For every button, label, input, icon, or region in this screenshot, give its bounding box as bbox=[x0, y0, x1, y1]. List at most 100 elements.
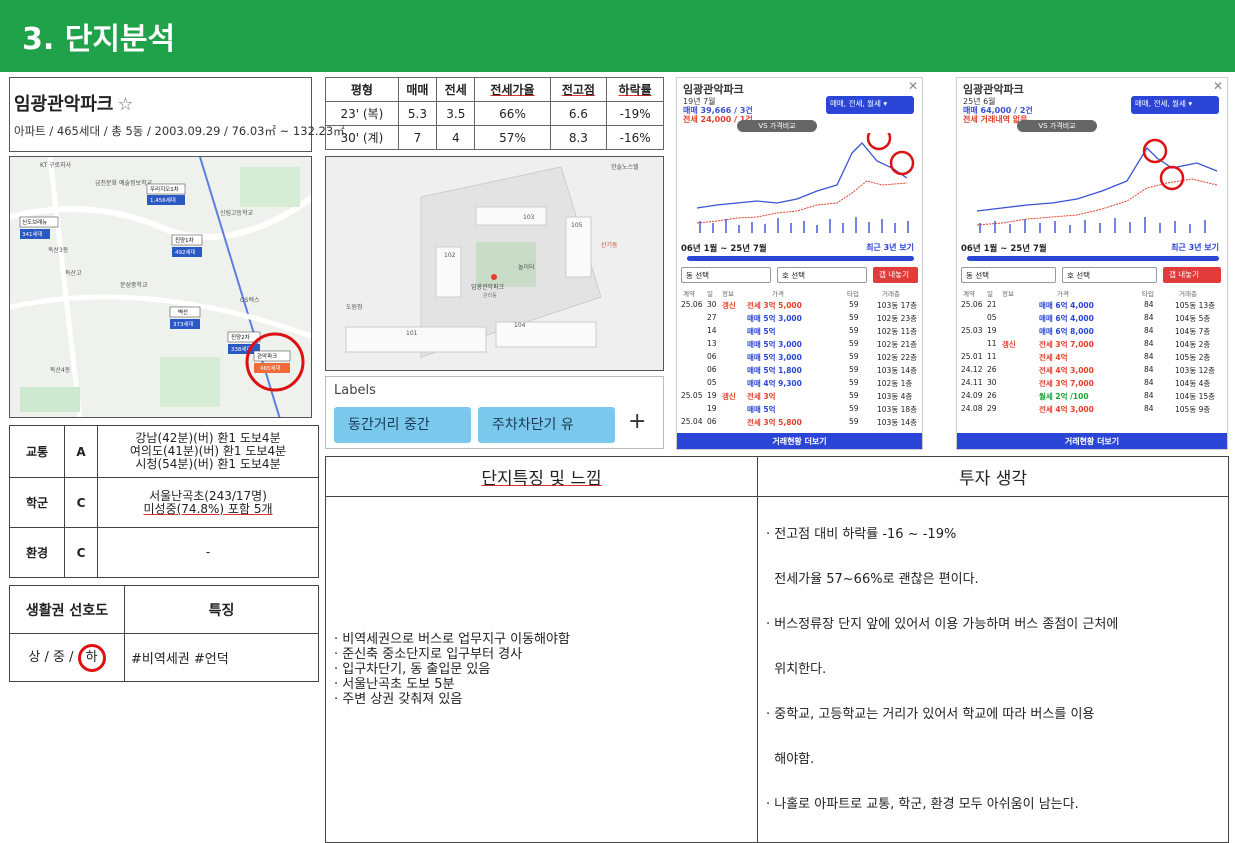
row-day: 27 bbox=[707, 313, 717, 322]
row-floor: 102동 22층 bbox=[877, 353, 918, 362]
ho-dropdown[interactable]: 호 선택 bbox=[777, 267, 867, 283]
col-header: 타입 bbox=[847, 290, 859, 298]
period-slider[interactable] bbox=[687, 256, 914, 261]
row-price: 매매 5억 3,000 bbox=[747, 353, 802, 362]
transaction-row[interactable]: 06 매매 5억 3,000 59 102동 22층 bbox=[677, 352, 922, 364]
gap-button[interactable]: 갭 내놓기 bbox=[873, 267, 918, 283]
transaction-row[interactable]: 11 갱신 전세 3억 7,000 84 104동 2층 bbox=[957, 339, 1227, 351]
close-icon[interactable]: ✕ bbox=[908, 79, 918, 93]
list-item: · 나홀로 아파트로 교통, 학군, 환경 모두 아쉬움이 남는다. bbox=[766, 797, 1079, 812]
row-day: 21 bbox=[987, 300, 997, 309]
transaction-row[interactable]: 14 매매 5억 59 102동 11층 bbox=[677, 326, 922, 338]
transaction-row[interactable]: 06 매매 5억 1,800 59 103동 14층 bbox=[677, 365, 922, 377]
period-slider[interactable] bbox=[967, 256, 1219, 261]
recent-3yr-link[interactable]: 최근 3년 보기 bbox=[1171, 242, 1219, 253]
col-header: 전고점 bbox=[549, 77, 608, 102]
row-floor: 103동 4층 bbox=[877, 392, 913, 401]
grade-label: 교통 bbox=[9, 425, 65, 478]
dong-dropdown[interactable]: 동 선택 bbox=[961, 267, 1056, 283]
transaction-row[interactable]: 25.04 06 전세 3억 5,800 59 103동 14층 bbox=[677, 417, 922, 429]
row-floor: 103동 14층 bbox=[877, 418, 918, 427]
more-transactions-button[interactable]: 거래현황 더보기 bbox=[677, 433, 922, 449]
list-item: · 전고점 대비 하락률 -16 ~ -19% bbox=[766, 527, 957, 542]
row-info: 갱신 bbox=[722, 392, 736, 401]
row-floor: 104동 4층 bbox=[1175, 379, 1211, 388]
row-size: 84 bbox=[1144, 313, 1154, 322]
site-plan-map[interactable]: 103 102 101 104 105 놀이터 도원정 한솔노스텔 산기둥 임광… bbox=[325, 156, 664, 371]
building-label: 놀이터 bbox=[518, 263, 535, 271]
table-cell: 23' (복) bbox=[325, 101, 399, 126]
row-price: 매매 5억 bbox=[747, 405, 776, 414]
more-transactions-button[interactable]: 거래현황 더보기 bbox=[957, 433, 1227, 449]
row-price: 매매 6억 4,000 bbox=[1039, 314, 1094, 323]
list-item: · 버스정류장 단지 앞에 있어서 이용 가능하며 버스 종점이 근처에 bbox=[766, 617, 1119, 632]
transaction-row[interactable]: 05 매매 6억 4,000 84 104동 5층 bbox=[957, 313, 1227, 325]
header-bar: 3. 단지분석 bbox=[0, 0, 1235, 72]
col-header: 타입 bbox=[1142, 290, 1154, 298]
period-range: 06년 1월 ~ 25년 7월 bbox=[961, 244, 1047, 254]
map-label: 벽산 bbox=[178, 308, 188, 316]
row-day: 11 bbox=[987, 339, 997, 348]
panel-title: 임광관악파크 bbox=[963, 83, 1024, 96]
transaction-row[interactable]: 24.09 26 월세 2억 /100 84 104동 15층 bbox=[957, 391, 1227, 403]
transaction-row[interactable]: 05 매매 4억 9,300 59 102동 1층 bbox=[677, 378, 922, 390]
grade-value: C bbox=[64, 527, 98, 578]
grade-value: A bbox=[64, 425, 98, 478]
area-map[interactable]: KT 구로지사 금천문화 예술정보학교 독산3동 독산고 독산4동 신림고등학교… bbox=[9, 156, 312, 418]
row-floor: 102동 21층 bbox=[877, 340, 918, 349]
row-size: 84 bbox=[1144, 326, 1154, 335]
label-chip[interactable]: 동간거리 중간 bbox=[334, 407, 471, 443]
row-day: 13 bbox=[707, 339, 717, 348]
row-price: 전세 3억 bbox=[747, 392, 776, 401]
desc-line: 미성중(74.8%) 포함 5개 bbox=[143, 501, 273, 516]
table-header: 계약 일 정보 가격 타입 거래층 bbox=[957, 288, 1227, 298]
transaction-row[interactable]: 25.05 19 갱신 전세 3억 59 103동 4층 bbox=[677, 391, 922, 403]
map-label: 독산4동 bbox=[50, 366, 71, 374]
map-label: 금천문화 예술정보학교 bbox=[95, 179, 153, 187]
transaction-row[interactable]: 27 매매 5억 3,000 59 102동 23층 bbox=[677, 313, 922, 325]
grade-label: 환경 bbox=[9, 527, 65, 578]
page-title: 3. 단지분석 bbox=[22, 22, 176, 57]
building-label: 105 bbox=[571, 222, 583, 229]
transaction-row[interactable]: 19 매매 5억 59 103동 18층 bbox=[677, 404, 922, 416]
map-label: 492세대 bbox=[175, 248, 196, 256]
close-icon[interactable]: ✕ bbox=[1213, 79, 1223, 93]
row-month: 24.12 bbox=[961, 365, 983, 374]
row-size: 84 bbox=[1144, 365, 1154, 374]
transaction-row[interactable]: 24.12 26 전세 4억 3,000 84 103동 12층 bbox=[957, 365, 1227, 377]
transaction-row[interactable]: 25.06 30 갱신 전세 3억 5,000 59 103동 17층 bbox=[677, 300, 922, 312]
compare-button[interactable]: VS 가격비교 bbox=[1017, 120, 1097, 132]
compare-button[interactable]: VS 가격비교 bbox=[737, 120, 817, 132]
row-size: 59 bbox=[849, 391, 859, 400]
gap-button[interactable]: 갭 내놓기 bbox=[1163, 267, 1221, 283]
add-label-button[interactable]: + bbox=[628, 409, 646, 434]
map-label: 373세대 bbox=[173, 320, 194, 328]
recent-3yr-link[interactable]: 최근 3년 보기 bbox=[866, 242, 914, 253]
building-label: 101 bbox=[406, 330, 418, 337]
col-header: 평형 bbox=[325, 77, 399, 102]
deal-type-selector[interactable]: 매매, 전세, 월세 ▾ bbox=[1131, 96, 1219, 114]
label-chip[interactable]: 주차차단기 유 bbox=[478, 407, 615, 443]
building-label: 산기둥 bbox=[601, 241, 618, 249]
transaction-row[interactable]: 13 매매 5억 3,000 59 102동 21층 bbox=[677, 339, 922, 351]
building-label: 102 bbox=[444, 252, 456, 259]
list-item: 전세가율 57~66%로 괜찮은 편이다. bbox=[766, 572, 979, 587]
price-table: 평형 매매 전세 전세가율 전고점 하락률 23' (복) 5.3 3.5 66… bbox=[325, 77, 664, 150]
deal-type-selector[interactable]: 매매, 전세, 월세 ▾ bbox=[826, 96, 914, 114]
row-size: 59 bbox=[849, 313, 859, 322]
row-day: 06 bbox=[707, 365, 717, 374]
ho-dropdown[interactable]: 호 선택 bbox=[1062, 267, 1157, 283]
transaction-row[interactable]: 25.06 21 매매 6억 4,000 84 105동 13층 bbox=[957, 300, 1227, 312]
transaction-row[interactable]: 25.01 11 전세 4억 84 105동 2층 bbox=[957, 352, 1227, 364]
list-item: · 입구차단기, 동 출입문 있음 bbox=[334, 662, 491, 677]
transaction-row[interactable]: 24.08 29 전세 4억 3,000 84 105동 9층 bbox=[957, 404, 1227, 416]
star-icon[interactable]: ☆ bbox=[117, 94, 133, 115]
transaction-row[interactable]: 25.03 19 매매 6억 8,000 84 104동 7층 bbox=[957, 326, 1227, 338]
dong-dropdown[interactable]: 동 선택 bbox=[681, 267, 771, 283]
table-cell: 3.5 bbox=[436, 101, 476, 126]
transaction-row[interactable]: 24.11 30 전세 3억 7,000 84 104동 4층 bbox=[957, 378, 1227, 390]
price-chart bbox=[976, 138, 1218, 233]
building-label: 104 bbox=[514, 322, 526, 329]
pref-selected: 하 bbox=[77, 643, 106, 672]
row-day: 19 bbox=[707, 391, 717, 400]
